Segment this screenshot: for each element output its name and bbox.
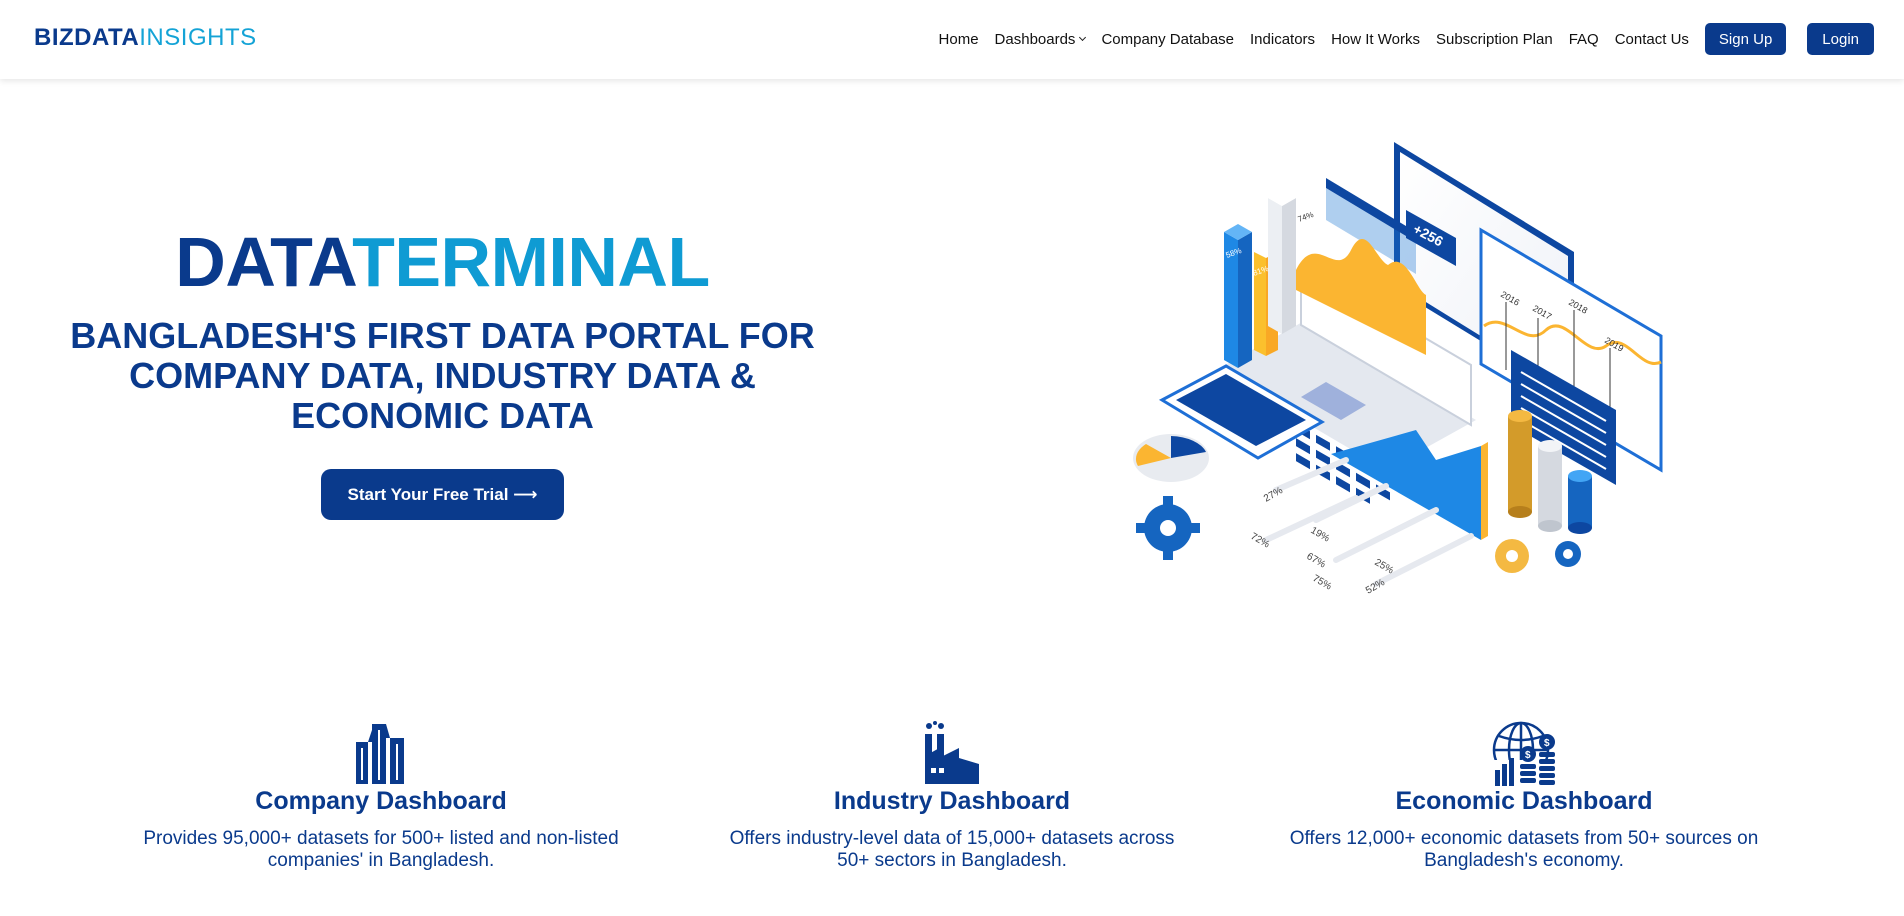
feature-description: Offers 12,000+ economic datasets from 50… [1289,828,1759,871]
percent-label: 19% [1309,525,1332,545]
feature-title[interactable]: Economic Dashboard [1264,786,1784,816]
feature-description: Provides 95,000+ datasets for 500+ liste… [143,828,619,871]
percent-label: 67% [1305,551,1328,571]
start-free-trial-button[interactable]: Start Your Free Trial ⟶ [321,469,564,520]
nav-faq[interactable]: FAQ [1569,31,1599,48]
hero-subtitle: BANGLADESH'S FIRST DATA PORTAL FOR COMPA… [70,315,815,436]
triangle-chart-edge [1481,442,1488,540]
hero-title: DATATERMINAL [0,222,885,302]
feature-industry-dashboard: Industry Dashboard Offers industry-level… [692,720,1212,872]
signup-button[interactable]: Sign Up [1704,23,1787,55]
svg-text:$: $ [1544,738,1550,749]
hero-title-data: DATA [175,223,353,301]
nav-company-database[interactable]: Company Database [1101,31,1234,48]
feature-company-dashboard: Company Dashboard Provides 95,000+ datas… [121,720,641,872]
main-nav: Home Dashboards Company Database Indicat… [939,23,1874,55]
feature-economic-dashboard: $ $ Economic Dashboard Offers 12,000+ ec… [1264,720,1784,872]
svg-text:$: $ [1525,750,1531,761]
gear-icon [1136,496,1200,560]
nav-dashboards[interactable]: Dashboards [994,30,1087,48]
nav-indicators[interactable]: Indicators [1250,31,1315,48]
logo-part-insights: INSIGHTS [139,24,257,51]
logo[interactable]: BIZDATAINSIGHTS [34,24,257,52]
hero-illustration: 2016 2017 2018 2019 +256 58% 81% 74% 27%… [1133,142,1663,597]
pie-chart [1133,434,1209,482]
gear-icon [1555,541,1581,567]
logo-part-bizdata: BIZDATA [34,24,140,51]
bar-label: 74% [1297,210,1315,224]
nav-home[interactable]: Home [939,31,979,48]
nav-subscription-plan[interactable]: Subscription Plan [1436,31,1553,48]
chevron-down-icon [1079,33,1087,42]
nav-dashboards-label: Dashboards [994,30,1076,48]
site-header: BIZDATAINSIGHTS Home Dashboards Company … [0,0,1904,79]
percent-label: 72% [1249,531,1272,551]
nav-contact-us[interactable]: Contact Us [1615,31,1689,48]
feature-description: Offers industry-level data of 15,000+ da… [729,828,1175,871]
factory-icon [925,721,979,784]
globe-coins-icon: $ $ [1492,721,1555,786]
gear-icon [1495,539,1529,573]
hero-title-terminal: TERMINAL [352,223,710,301]
percent-label: 75% [1311,573,1334,593]
feature-title[interactable]: Company Dashboard [121,786,641,816]
building-icon [356,724,404,784]
login-button[interactable]: Login [1807,23,1874,55]
nav-how-it-works[interactable]: How It Works [1331,31,1420,48]
feature-title[interactable]: Industry Dashboard [692,786,1212,816]
